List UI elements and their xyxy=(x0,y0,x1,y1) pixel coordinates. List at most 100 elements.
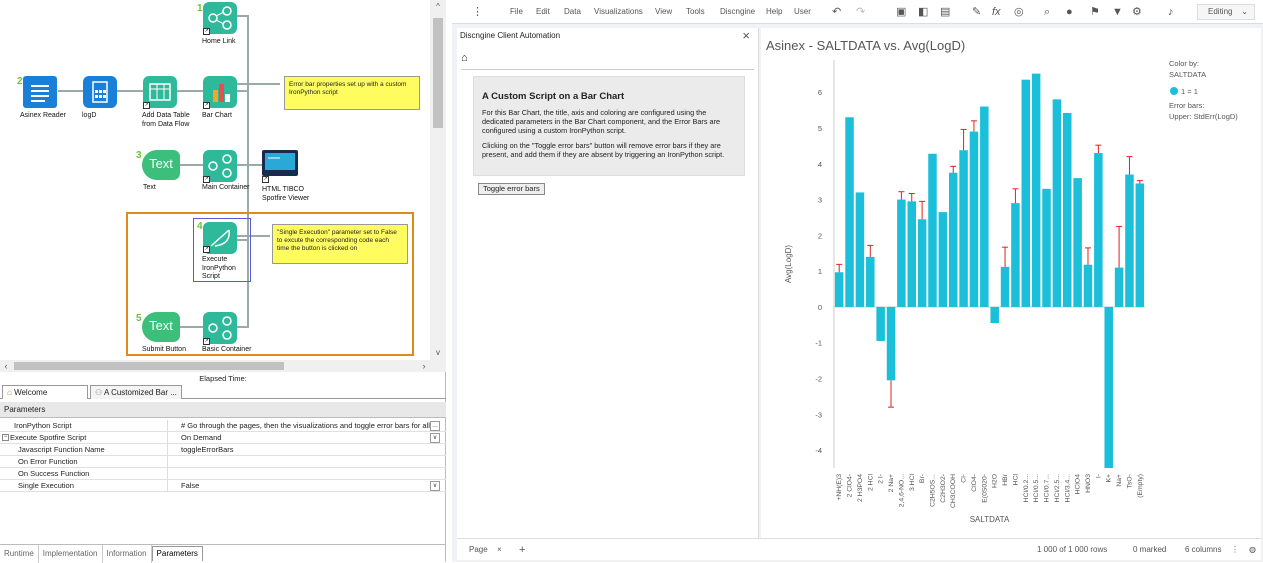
tab-runtime[interactable]: Runtime xyxy=(0,545,39,563)
bar[interactable] xyxy=(1135,183,1145,307)
search-icon[interactable]: ⌕ xyxy=(1044,0,1050,24)
bar[interactable] xyxy=(938,212,948,307)
bar[interactable] xyxy=(969,131,979,307)
comment-icon[interactable]: ● xyxy=(1066,0,1073,24)
bar[interactable] xyxy=(1073,178,1082,307)
undo-icon[interactable]: ↶ xyxy=(832,0,841,24)
scroll-left-icon[interactable]: ‹ xyxy=(0,360,12,372)
submit-button-node[interactable]: Text xyxy=(142,312,180,342)
bell-icon[interactable]: ♪ xyxy=(1168,0,1174,24)
param-value[interactable]: toggleErrorBars xyxy=(178,444,440,456)
layout2-icon[interactable]: ▤ xyxy=(940,0,950,24)
bar[interactable] xyxy=(834,272,844,307)
bar[interactable] xyxy=(959,150,968,307)
bar[interactable] xyxy=(855,192,865,307)
scroll-right-icon[interactable]: › xyxy=(418,360,430,372)
param-row[interactable]: − Execute Spotfire Script On Demand v xyxy=(0,432,446,444)
menu-user[interactable]: User xyxy=(794,0,811,24)
bar[interactable] xyxy=(845,117,854,307)
chevron-down-icon[interactable]: v xyxy=(430,481,440,491)
bar[interactable] xyxy=(1000,266,1010,307)
more-vertical-icon[interactable]: ⋮ xyxy=(1231,539,1239,561)
bar[interactable] xyxy=(907,201,917,307)
bar[interactable] xyxy=(980,106,989,307)
param-value[interactable] xyxy=(178,468,440,480)
menu-tools[interactable]: Tools xyxy=(686,0,705,24)
bar[interactable] xyxy=(1083,264,1093,307)
workflow-canvas[interactable]: 1 ↗ Home Link 2 Asinex Reader logD ↗ Add… xyxy=(0,0,430,360)
more-vertical-icon[interactable]: ⋮ xyxy=(472,0,483,24)
tab-welcome[interactable]: ⌂ Welcome xyxy=(2,385,88,399)
bar[interactable] xyxy=(1052,99,1062,307)
target-icon[interactable]: ◎ xyxy=(1014,0,1024,24)
sticky-note[interactable]: Error bar properties set up with a custo… xyxy=(284,76,420,110)
bar[interactable] xyxy=(1021,79,1031,307)
editing-dropdown[interactable]: Editing ⌄ xyxy=(1197,4,1255,20)
globe-icon[interactable]: ◍ xyxy=(1249,539,1256,561)
html-viewer-node[interactable] xyxy=(262,150,298,176)
fx-icon[interactable]: fx xyxy=(992,0,1001,24)
new-page-icon[interactable]: ▣ xyxy=(896,0,906,24)
sticky-note[interactable]: "Single Execution" parameter set to Fals… xyxy=(272,224,408,264)
tab-customized-bar[interactable]: ⚇ A Customized Bar ... xyxy=(90,385,182,399)
menu-discngine[interactable]: Discngine xyxy=(720,0,755,24)
bar-chart-panel[interactable]: Asinex - SALTDATA vs. Avg(LogD) -4 -3 -2 -1 0… xyxy=(761,28,1261,538)
bar[interactable] xyxy=(866,256,875,307)
bookmark-icon[interactable]: ⚑ xyxy=(1090,0,1100,24)
bar[interactable] xyxy=(1114,267,1124,307)
menu-file[interactable]: File xyxy=(510,0,523,24)
logd-node[interactable] xyxy=(83,76,117,108)
bar[interactable] xyxy=(1011,203,1020,307)
home-icon[interactable]: ⌂ xyxy=(461,52,468,64)
page-tab[interactable]: Page xyxy=(469,539,488,561)
tab-parameters[interactable]: Parameters xyxy=(151,546,203,561)
asinex-reader-node[interactable] xyxy=(23,76,57,108)
bar[interactable] xyxy=(876,306,885,341)
horizontal-scrollbar[interactable]: ‹ › xyxy=(0,360,430,372)
menu-visualizations[interactable]: Visualizations xyxy=(594,0,643,24)
scroll-down-icon[interactable]: v xyxy=(430,346,446,360)
layout-icon[interactable]: ◧ xyxy=(918,0,928,24)
chevron-down-icon[interactable]: v xyxy=(430,433,440,443)
gear-icon[interactable]: ⚙ xyxy=(1132,0,1142,24)
redo-icon[interactable]: ↷ xyxy=(856,0,865,24)
param-row[interactable]: IronPython Script # Go through the pages,… xyxy=(0,420,446,432)
bar[interactable] xyxy=(1042,188,1051,307)
param-row[interactable]: Single Execution False v xyxy=(0,480,446,492)
bar[interactable] xyxy=(928,153,937,307)
param-value[interactable]: On Demand xyxy=(178,432,440,444)
menu-edit[interactable]: Edit xyxy=(536,0,550,24)
param-row[interactable]: Javascript Function Name toggleErrorBars xyxy=(0,444,446,456)
bar[interactable] xyxy=(1104,306,1113,468)
scroll-up-icon[interactable]: ^ xyxy=(430,0,446,14)
param-value[interactable]: False xyxy=(178,480,440,492)
brush-icon[interactable]: ✎ xyxy=(972,0,981,24)
close-icon[interactable]: × xyxy=(497,539,502,561)
bar[interactable] xyxy=(948,172,958,307)
bar[interactable] xyxy=(886,306,896,381)
bar[interactable] xyxy=(917,219,927,307)
param-value[interactable]: # Go through the pages, then the visuali… xyxy=(178,420,440,432)
bar[interactable] xyxy=(1031,73,1041,307)
param-value[interactable] xyxy=(178,456,440,468)
text-node[interactable]: Text xyxy=(142,150,180,180)
bar[interactable] xyxy=(1062,112,1072,307)
menu-view[interactable]: View xyxy=(655,0,672,24)
scroll-thumb[interactable] xyxy=(14,362,284,370)
bar[interactable] xyxy=(897,199,906,307)
tab-information[interactable]: Information xyxy=(103,545,152,563)
add-page-icon[interactable]: + xyxy=(519,539,525,561)
scroll-thumb[interactable] xyxy=(433,18,443,128)
bar[interactable] xyxy=(990,306,999,324)
param-row[interactable]: On Success Function xyxy=(0,468,446,480)
vertical-scrollbar[interactable]: ^ v xyxy=(430,0,446,372)
menu-data[interactable]: Data xyxy=(564,0,581,24)
menu-help[interactable]: Help xyxy=(766,0,782,24)
param-row[interactable]: On Error Function xyxy=(0,456,446,468)
bar-chart[interactable]: Asinex - SALTDATA vs. Avg(LogD) -4 -3 -2 -1 0… xyxy=(761,28,1261,538)
toggle-error-bars-button[interactable]: Toggle error bars xyxy=(478,183,545,195)
filter-icon[interactable]: ▼ xyxy=(1112,0,1123,24)
bar[interactable] xyxy=(1094,153,1103,307)
close-icon[interactable]: × xyxy=(742,28,750,43)
ellipsis-button[interactable]: … xyxy=(430,421,440,431)
